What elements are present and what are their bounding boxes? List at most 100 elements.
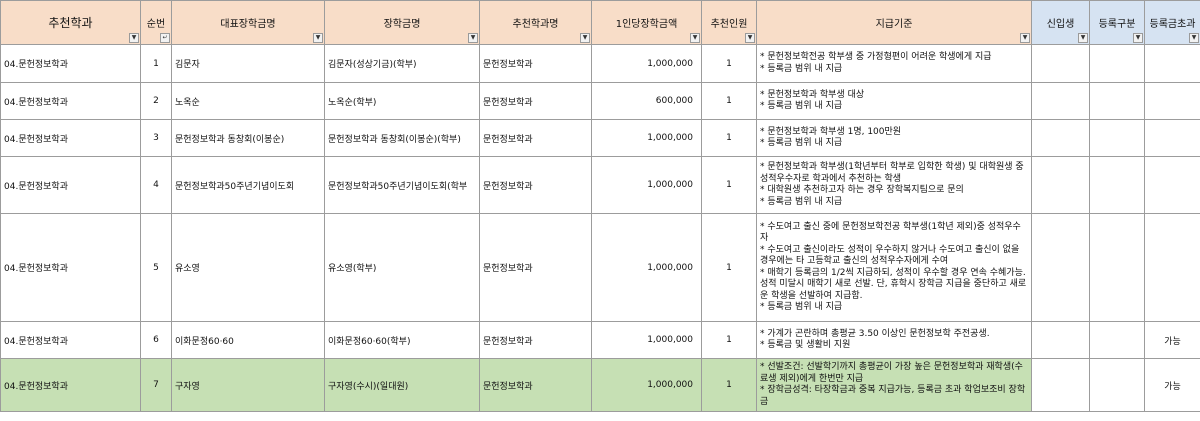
criteria-line: * 등록금 범위 내 지급 [760, 63, 843, 74]
cell-dept-name[interactable]: 문헌정보학과 [479, 156, 592, 214]
column-header-label: 순번 [146, 19, 166, 30]
cell-over-tuition[interactable]: 가능 [1144, 358, 1200, 412]
table-row: 04.문헌정보학과 5 유소영 유소영(학부) 문헌정보학과 1,000,000 1 * 수도… [0, 213, 1200, 322]
cell-rep-name[interactable]: 유소영 [171, 213, 325, 322]
cell-over-tuition[interactable] [1144, 119, 1200, 157]
column-header-label: 신입생 [1046, 19, 1075, 30]
cell-over-tuition[interactable] [1144, 156, 1200, 214]
cell-dept-name[interactable]: 문헌정보학과 [479, 44, 592, 83]
cell-criteria[interactable]: * 문헌정보학과 학부생 대상 * 등록금 범위 내 지급 [756, 82, 1032, 120]
cell-dept[interactable]: 04.문헌정보학과 [0, 321, 141, 359]
cell-rep-name[interactable]: 이화문정60·60 [171, 321, 325, 359]
cell-amount[interactable]: 1,000,000 [591, 358, 702, 412]
cell-scholarship-name[interactable]: 유소영(학부) [324, 213, 480, 322]
dropdown-arrow-icon[interactable]: ▼ [468, 33, 478, 43]
cell-criteria[interactable]: * 문헌정보학과 학부생 1명, 100만원 * 등록금 범위 내 지급 [756, 119, 1032, 157]
cell-count[interactable]: 1 [701, 213, 757, 322]
cell-dept[interactable]: 04.문헌정보학과 [0, 358, 141, 412]
cell-reg-type[interactable] [1089, 44, 1145, 83]
cell-reg-type[interactable] [1089, 82, 1145, 120]
dropdown-arrow-icon[interactable]: ▼ [1020, 33, 1030, 43]
cell-freshman[interactable] [1031, 156, 1090, 214]
cell-over-tuition[interactable] [1144, 82, 1200, 120]
cell-rep-name[interactable]: 구자영 [171, 358, 325, 412]
cell-reg-type[interactable] [1089, 358, 1145, 412]
dropdown-arrow-icon[interactable]: ▼ [313, 33, 323, 43]
criteria-line: * 등록금 범위 내 지급 [760, 138, 843, 148]
cell-no[interactable]: 6 [140, 321, 172, 359]
cell-no[interactable]: 4 [140, 156, 172, 214]
cell-reg-type[interactable] [1089, 321, 1145, 359]
cell-no[interactable]: 5 [140, 213, 172, 322]
cell-criteria[interactable]: * 가계가 곤란하며 총평균 3.50 이상인 문헌정보학 주전공생. * 등록금… [756, 321, 1032, 359]
cell-freshman[interactable] [1031, 82, 1090, 120]
column-header-label: 등록금초과 [1149, 19, 1196, 30]
cell-rep-name[interactable]: 문헌정보학과50주년기념이도회 [171, 156, 325, 214]
cell-amount[interactable]: 600,000 [591, 82, 702, 120]
cell-count[interactable]: 1 [701, 119, 757, 157]
cell-criteria[interactable]: * 수도여고 출신 중에 문헌정보학전공 학부생(1학년 제외)중 성적우수자 *… [756, 213, 1032, 322]
cell-freshman[interactable] [1031, 44, 1090, 83]
cell-no[interactable]: 1 [140, 44, 172, 83]
cell-dept-name[interactable]: 문헌정보학과 [479, 321, 592, 359]
cell-dept[interactable]: 04.문헌정보학과 [0, 82, 141, 120]
cell-freshman[interactable] [1031, 358, 1090, 412]
cell-dept[interactable]: 04.문헌정보학과 [0, 119, 141, 157]
cell-count[interactable]: 1 [701, 82, 757, 120]
cell-rep-name[interactable]: 문헌정보학과 동창회(이봉순) [171, 119, 325, 157]
dropdown-arrow-icon[interactable]: ▼ [1078, 33, 1088, 43]
cell-amount[interactable]: 1,000,000 [591, 44, 702, 83]
cell-dept-name[interactable]: 문헌정보학과 [479, 82, 592, 120]
cell-no[interactable]: 7 [140, 358, 172, 412]
column-header-label: 추천학과 [48, 16, 93, 30]
filter-active-icon[interactable]: ▼ [129, 33, 139, 43]
cell-dept[interactable]: 04.문헌정보학과 [0, 44, 141, 83]
dropdown-arrow-icon[interactable]: ▼ [1133, 33, 1143, 43]
cell-no[interactable]: 2 [140, 82, 172, 120]
cell-scholarship-name[interactable]: 문헌정보학과50주년기념이도회(학부 [324, 156, 480, 214]
cell-count[interactable]: 1 [701, 156, 757, 214]
column-header-5: 추천학과명 ▼ [479, 0, 592, 45]
cell-over-tuition[interactable] [1144, 213, 1200, 322]
cell-dept-name[interactable]: 문헌정보학과 [479, 213, 592, 322]
cell-count[interactable]: 1 [701, 321, 757, 359]
cell-reg-type[interactable] [1089, 156, 1145, 214]
cell-over-tuition[interactable]: 가능 [1144, 321, 1200, 359]
cell-criteria[interactable]: * 선발조건: 선발학기까지 총평균이 가장 높은 문헌정보학과 재학생(수료생… [756, 358, 1032, 412]
cell-criteria[interactable]: * 문헌정보학과 학부생(1학년부터 학부로 입학한 학생) 및 대학원생 중 … [756, 156, 1032, 214]
cell-scholarship-name[interactable]: 문헌정보학과 동창회(이봉순)(학부) [324, 119, 480, 157]
dropdown-arrow-icon[interactable]: ▼ [690, 33, 700, 43]
cell-count[interactable]: 1 [701, 358, 757, 412]
cell-dept-name[interactable]: 문헌정보학과 [479, 119, 592, 157]
sort-icon[interactable]: ↵ [160, 33, 170, 43]
criteria-line: * 수도여고 출신 중에 문헌정보학전공 학부생(1학년 제외)중 성적우수자 [760, 221, 1021, 244]
cell-dept[interactable]: 04.문헌정보학과 [0, 156, 141, 214]
cell-amount[interactable]: 1,000,000 [591, 213, 702, 322]
cell-freshman[interactable] [1031, 321, 1090, 359]
dropdown-arrow-icon[interactable]: ▼ [745, 33, 755, 43]
cell-dept-name[interactable]: 문헌정보학과 [479, 358, 592, 412]
column-header-7: 추천인원 ▼ [701, 0, 757, 45]
cell-over-tuition[interactable] [1144, 44, 1200, 83]
cell-count[interactable]: 1 [701, 44, 757, 83]
cell-scholarship-name[interactable]: 김문자(성상기금)(학부) [324, 44, 480, 83]
cell-amount[interactable]: 1,000,000 [591, 119, 702, 157]
cell-criteria[interactable]: * 문헌정보학전공 학부생 중 가정형편이 어려운 학생에게 지급 * 등록금 범… [756, 44, 1032, 83]
dropdown-arrow-icon[interactable]: ▼ [580, 33, 590, 43]
table-body: 04.문헌정보학과 1 김문자 김문자(성상기금)(학부) 문헌정보학과 1,000,00… [0, 44, 1200, 412]
cell-scholarship-name[interactable]: 이화문정60·60(학부) [324, 321, 480, 359]
cell-reg-type[interactable] [1089, 213, 1145, 322]
cell-amount[interactable]: 1,000,000 [591, 156, 702, 214]
cell-rep-name[interactable]: 노옥순 [171, 82, 325, 120]
cell-amount[interactable]: 1,000,000 [591, 321, 702, 359]
cell-no[interactable]: 3 [140, 119, 172, 157]
cell-freshman[interactable] [1031, 119, 1090, 157]
criteria-line: * 수도여고 출신이라도 성적이 우수하지 않거나 수도여고 출신이 없을 경우… [760, 244, 1020, 267]
cell-scholarship-name[interactable]: 구자영(수시)(일대원) [324, 358, 480, 412]
cell-rep-name[interactable]: 김문자 [171, 44, 325, 83]
cell-dept[interactable]: 04.문헌정보학과 [0, 213, 141, 322]
cell-reg-type[interactable] [1089, 119, 1145, 157]
cell-scholarship-name[interactable]: 노옥순(학부) [324, 82, 480, 120]
cell-freshman[interactable] [1031, 213, 1090, 322]
dropdown-arrow-icon[interactable]: ▼ [1189, 33, 1199, 43]
